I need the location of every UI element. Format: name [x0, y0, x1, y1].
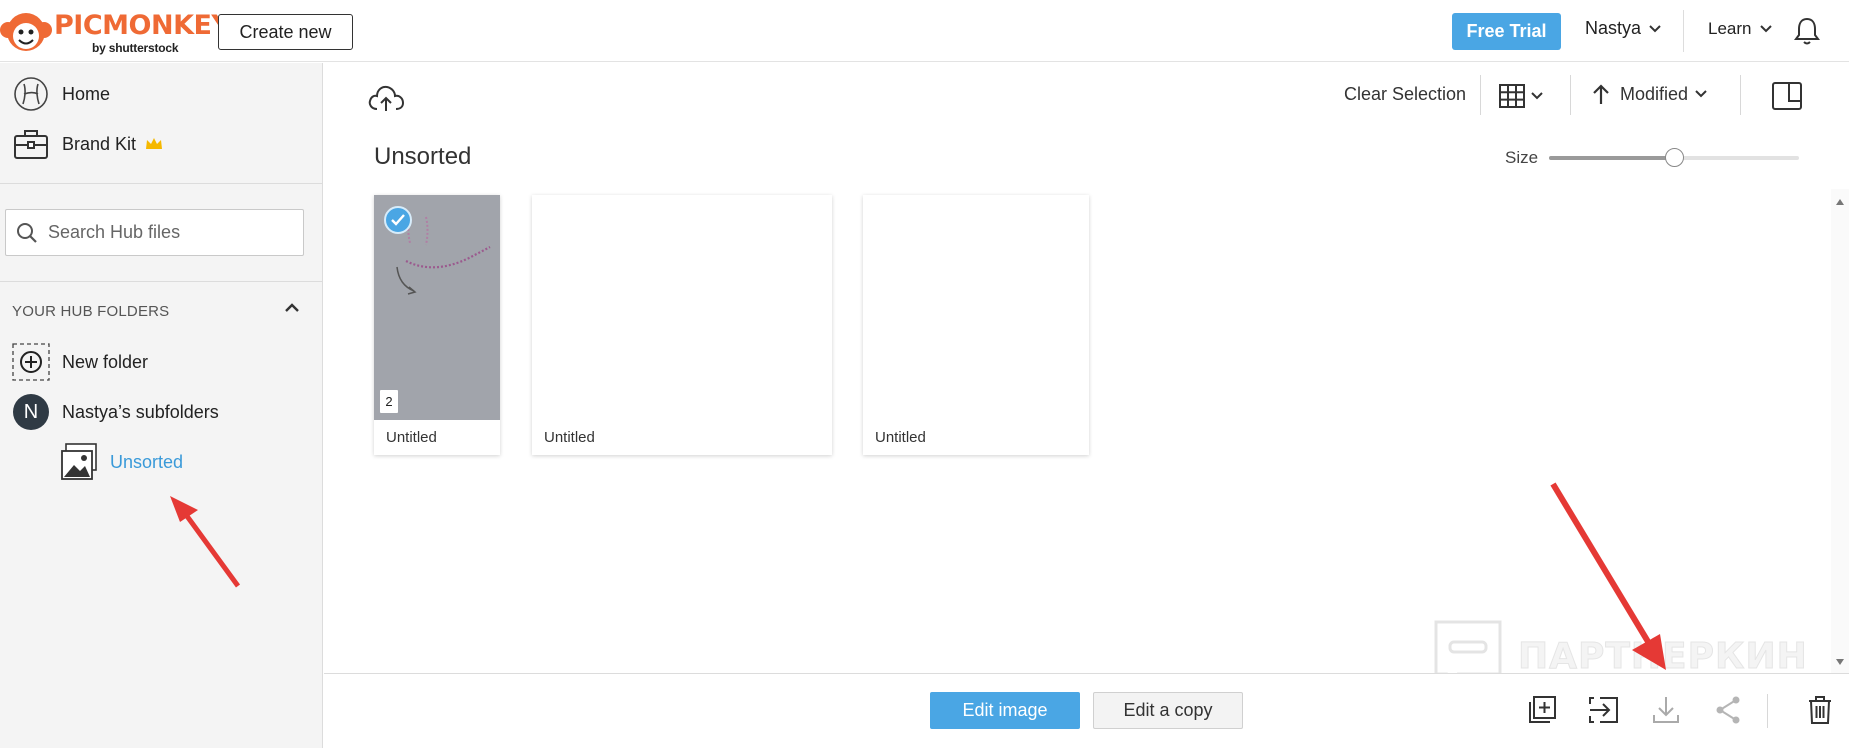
- subfolders-label: Nastya’s subfolders: [62, 401, 219, 422]
- sidebar-item-subfolders[interactable]: N Nastya’s subfolders: [12, 393, 219, 431]
- logo-byline: by shutterstock: [92, 41, 179, 55]
- file-name: Untitled: [875, 429, 926, 446]
- search-field[interactable]: [5, 209, 304, 256]
- picmonkey-logo[interactable]: PICMONKEY by shutterstock: [0, 6, 231, 58]
- file-card[interactable]: Untitled: [863, 195, 1089, 455]
- header-divider: [1683, 10, 1684, 52]
- file-grid: 2 Untitled Untitled Untitled: [324, 189, 1849, 673]
- sidebar-divider: [0, 281, 323, 282]
- download-icon[interactable]: [1652, 695, 1680, 725]
- sidebar-item-home[interactable]: Home: [12, 75, 110, 113]
- create-new-button[interactable]: Create new: [218, 14, 353, 50]
- home-icon: [12, 75, 50, 113]
- chevron-down-icon: [1695, 90, 1707, 98]
- sidebar-item-label: Home: [62, 83, 111, 104]
- notifications-bell-icon[interactable]: [1793, 16, 1821, 46]
- sort-label: Modified: [1620, 83, 1689, 104]
- sidebar-item-label: Brand Kit: [62, 133, 137, 154]
- scroll-down-arrow[interactable]: [1836, 659, 1844, 665]
- user-name: Nastya: [1585, 18, 1642, 38]
- search-input[interactable]: [48, 222, 288, 243]
- file-name: Untitled: [386, 429, 437, 446]
- hub-folders-heading: YOUR HUB FOLDERS: [12, 303, 170, 320]
- learn-menu[interactable]: Learn: [1708, 19, 1773, 39]
- file-name: Untitled: [544, 429, 595, 446]
- chevron-up-icon[interactable]: [284, 302, 300, 314]
- grid-view-menu[interactable]: [1499, 84, 1543, 108]
- size-label: Size: [1505, 148, 1539, 167]
- page-count-badge: 2: [380, 390, 398, 413]
- duplicate-icon[interactable]: [1527, 695, 1557, 725]
- toolbar-divider: [1570, 75, 1571, 115]
- thumbnail-size-slider[interactable]: [1549, 148, 1799, 167]
- file-thumbnail: [863, 195, 1089, 420]
- arrow-up-icon: [1593, 84, 1609, 104]
- file-thumbnail: 2: [374, 195, 500, 420]
- monkey-logo-icon: [0, 13, 52, 51]
- search-icon: [17, 222, 37, 243]
- file-card[interactable]: Untitled: [532, 195, 832, 455]
- learn-label: Learn: [1708, 19, 1752, 38]
- chevron-down-icon: [1760, 25, 1773, 33]
- clear-selection-button[interactable]: Clear Selection: [1344, 84, 1466, 105]
- user-avatar: N: [12, 393, 50, 431]
- sidebar-divider: [0, 183, 323, 184]
- vertical-scrollbar[interactable]: [1831, 189, 1849, 673]
- slider-knob[interactable]: [1665, 148, 1684, 167]
- file-thumbnail: [532, 195, 832, 420]
- move-to-folder-icon[interactable]: [1588, 695, 1620, 725]
- scroll-up-arrow[interactable]: [1836, 199, 1844, 205]
- bottom-action-bar: Edit image Edit a copy: [324, 673, 1849, 748]
- active-folder-label: Unsorted: [110, 451, 184, 472]
- sidebar-folder-unsorted[interactable]: Unsorted: [60, 443, 183, 481]
- trash-icon[interactable]: [1807, 695, 1833, 725]
- avatar-letter: N: [13, 394, 49, 430]
- share-icon[interactable]: [1714, 695, 1742, 725]
- upload-cloud-icon[interactable]: [367, 83, 405, 113]
- sort-menu[interactable]: Modified: [1592, 83, 1707, 105]
- action-divider: [1767, 694, 1768, 728]
- toolbar-divider: [1480, 75, 1481, 115]
- edit-copy-button[interactable]: Edit a copy: [1093, 692, 1243, 729]
- grid-view-icon: [1499, 84, 1525, 108]
- image-folder-icon: [60, 443, 98, 481]
- selected-checkmark-icon[interactable]: [384, 206, 412, 234]
- top-header: PICMONKEY by shutterstock Create new Fre…: [0, 0, 1849, 62]
- toolbar-divider: [1740, 75, 1741, 115]
- chevron-down-icon: [1531, 92, 1543, 100]
- edit-image-button[interactable]: Edit image: [930, 692, 1080, 729]
- logo-text: PICMONKEY: [54, 10, 231, 41]
- user-menu[interactable]: Nastya: [1585, 18, 1661, 39]
- crown-icon: [146, 138, 163, 149]
- sidebar-item-brand-kit[interactable]: Brand Kit: [12, 125, 163, 163]
- slider-fill: [1549, 156, 1674, 160]
- file-card[interactable]: 2 Untitled: [374, 195, 500, 455]
- new-folder-button[interactable]: New folder: [12, 343, 148, 381]
- chevron-down-icon: [1649, 24, 1661, 32]
- main-content: Clear Selection Modified Unsorted Size 2…: [324, 63, 1849, 748]
- sidebar: Home Brand Kit YOUR HUB FOLDERS New fold…: [0, 63, 323, 748]
- page-title: Unsorted: [374, 143, 472, 170]
- side-panel-icon[interactable]: [1771, 81, 1803, 111]
- briefcase-icon: [12, 125, 50, 163]
- add-folder-icon: [12, 343, 50, 381]
- free-trial-button[interactable]: Free Trial: [1452, 13, 1561, 50]
- new-folder-label: New folder: [62, 351, 149, 372]
